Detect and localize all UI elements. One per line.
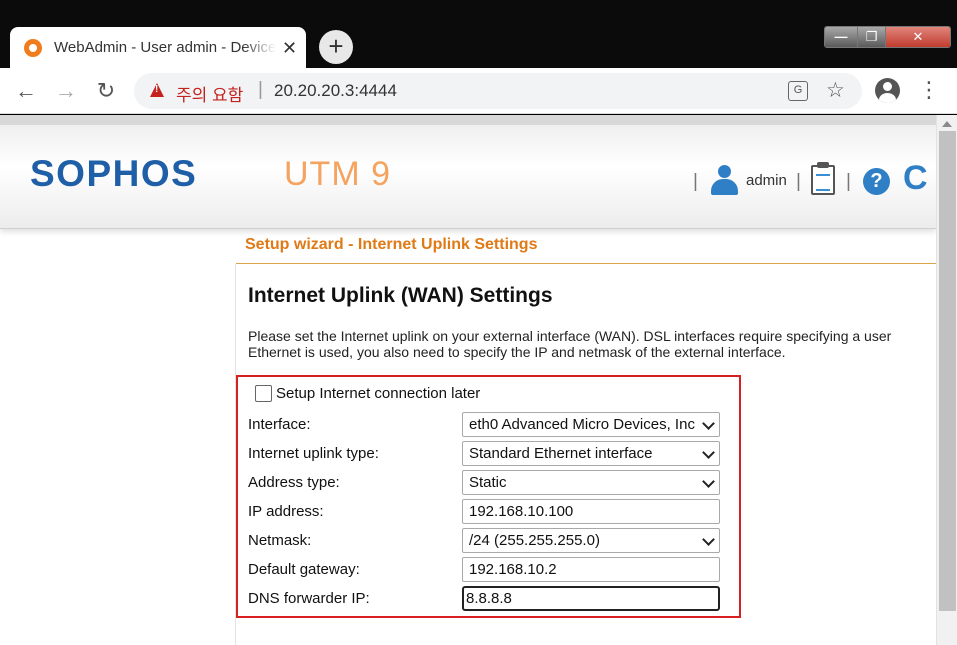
uplink-type-select[interactable]: Standard Ethernet interface: [462, 441, 720, 466]
interface-row: Interface: eth0 Advanced Micro Devices, …: [248, 412, 723, 437]
product-name: UTM 9: [284, 155, 391, 193]
user-icon[interactable]: [709, 165, 739, 195]
address-bar[interactable]: 주의 요함 | 20.20.20.3:4444 G ☆: [134, 73, 862, 109]
field-label: Default gateway:: [248, 561, 360, 578]
header-separator: |: [796, 171, 801, 192]
dns-row: DNS forwarder IP: 8.8.8.8: [248, 586, 723, 611]
chevron-down-icon: [702, 533, 715, 546]
chevron-down-icon: [702, 475, 715, 488]
warning-triangle-icon[interactable]: [150, 83, 164, 97]
reload-icon[interactable]: ↻: [92, 77, 120, 105]
browser-titlebar: WebAdmin - User admin - Device ✕ + — ❐ ✕: [0, 0, 957, 68]
uplink-type-row: Internet uplink type: Standard Ethernet …: [248, 441, 723, 466]
header-separator: |: [846, 171, 851, 192]
setup-later-label[interactable]: Setup Internet connection later: [276, 385, 480, 402]
forward-arrow-icon[interactable]: →: [52, 77, 80, 105]
page-description: Please set the Internet uplink on your e…: [248, 328, 936, 360]
wizard-title: Setup wizard - Internet Uplink Settings: [245, 236, 538, 253]
address-type-select[interactable]: Static: [462, 470, 720, 495]
window-close-button[interactable]: ✕: [886, 27, 950, 47]
select-value: eth0 Advanced Micro Devices, Inc: [469, 416, 695, 433]
minimize-button[interactable]: —: [825, 27, 858, 47]
netmask-row: Netmask: /24 (255.255.255.0): [248, 528, 723, 553]
account-avatar-icon[interactable]: [875, 78, 900, 103]
setup-later-checkbox[interactable]: [255, 385, 272, 402]
screen: WebAdmin - User admin - Device ✕ + — ❐ ✕…: [0, 0, 957, 645]
field-label: DNS forwarder IP:: [248, 590, 370, 607]
webadmin-header: SOPHOS UTM 9 | admin | | ? C: [0, 115, 936, 229]
gateway-input[interactable]: 192.168.10.2: [462, 557, 720, 582]
wizard-divider: [236, 263, 936, 264]
description-line: Please set the Internet uplink on your e…: [248, 328, 892, 344]
gateway-row: Default gateway: 192.168.10.2: [248, 557, 723, 582]
sophos-favicon-icon: [24, 38, 42, 57]
interface-select[interactable]: eth0 Advanced Micro Devices, Inc: [462, 412, 720, 437]
page-heading: Internet Uplink (WAN) Settings: [248, 284, 553, 307]
page-scrollbar[interactable]: [936, 115, 957, 645]
ip-address-input[interactable]: 192.168.10.100: [462, 499, 720, 524]
help-icon[interactable]: ?: [863, 168, 890, 195]
bookmark-star-icon[interactable]: ☆: [826, 78, 845, 103]
description-line: Ethernet is used, you also need to speci…: [248, 344, 786, 360]
chevron-down-icon: [702, 446, 715, 459]
new-tab-button[interactable]: +: [319, 30, 353, 64]
scrollbar-thumb[interactable]: [939, 131, 956, 611]
header-separator: |: [693, 171, 698, 192]
back-arrow-icon[interactable]: ←: [12, 77, 40, 105]
browser-toolbar: ← → ↻ 주의 요함 | 20.20.20.3:4444 G ☆ ⋮: [0, 68, 957, 114]
page-viewport: SOPHOS UTM 9 | admin | | ? C Setup wizar…: [0, 115, 936, 645]
user-name[interactable]: admin: [746, 172, 787, 189]
select-value: Static: [469, 474, 507, 491]
field-label: IP address:: [248, 503, 324, 520]
dns-forwarder-input[interactable]: 8.8.8.8: [462, 586, 720, 611]
field-label: Address type:: [248, 474, 340, 491]
address-separator: |: [258, 79, 263, 100]
url-text[interactable]: 20.20.20.3:4444: [274, 81, 397, 101]
chevron-down-icon: [702, 417, 715, 430]
clipboard-icon[interactable]: [811, 162, 835, 195]
refresh-icon[interactable]: C: [903, 159, 928, 198]
select-value: Standard Ethernet interface: [469, 445, 653, 462]
scroll-up-icon[interactable]: [942, 121, 952, 127]
ip-address-row: IP address: 192.168.10.100: [248, 499, 723, 524]
translate-icon[interactable]: G: [788, 81, 808, 101]
window-controls: — ❐ ✕: [824, 26, 951, 48]
tab-close-icon[interactable]: ✕: [282, 39, 297, 57]
setup-later-option[interactable]: Setup Internet connection later: [255, 385, 480, 402]
field-label: Interface:: [248, 416, 311, 433]
tab-title: WebAdmin - User admin - Device: [54, 39, 276, 56]
select-value: /24 (255.255.255.0): [469, 532, 600, 549]
field-label: Netmask:: [248, 532, 312, 549]
address-type-row: Address type: Static: [248, 470, 723, 495]
maximize-button[interactable]: ❐: [858, 27, 886, 47]
sophos-logo: SOPHOS: [30, 153, 198, 194]
uplink-form: Setup Internet connection later Interfac…: [236, 375, 741, 618]
netmask-select[interactable]: /24 (255.255.255.0): [462, 528, 720, 553]
field-label: Internet uplink type:: [248, 445, 379, 462]
browser-menu-icon[interactable]: ⋮: [918, 76, 940, 104]
security-status[interactable]: 주의 요함: [176, 81, 243, 106]
browser-tab[interactable]: WebAdmin - User admin - Device ✕: [10, 27, 306, 68]
